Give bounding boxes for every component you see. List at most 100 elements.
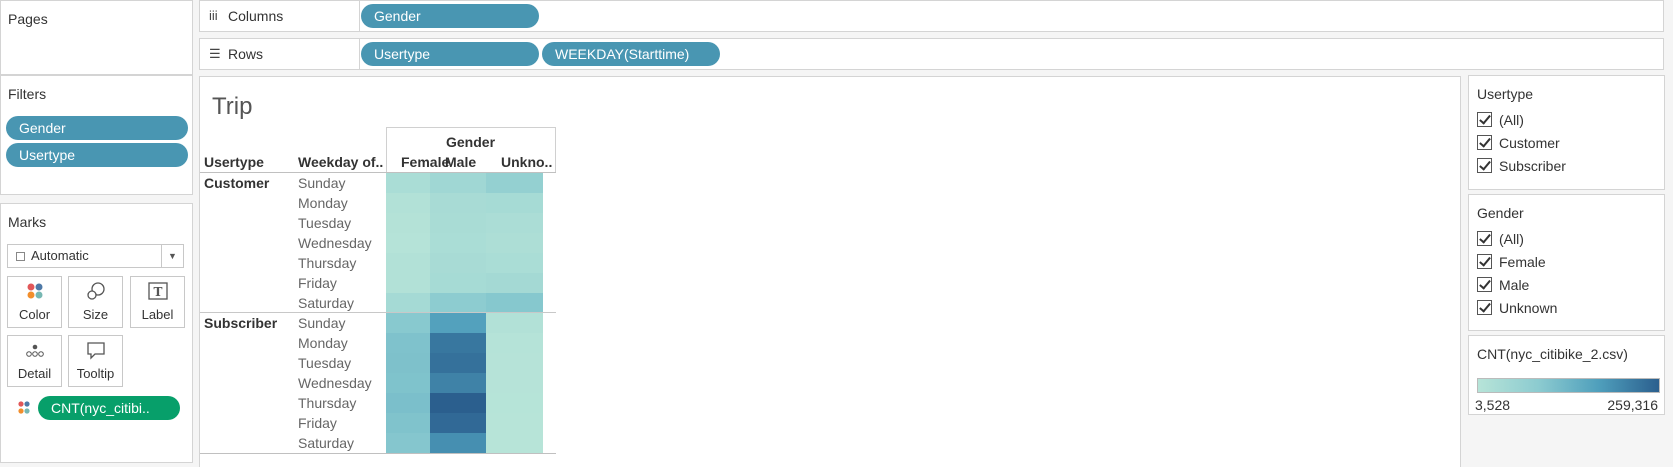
color-field-icon <box>17 400 31 421</box>
usertype-option-all[interactable]: (All) <box>1477 111 1524 129</box>
heatmap-cell[interactable] <box>430 233 486 253</box>
weekday-label: Saturday <box>298 295 355 311</box>
square-mark-icon <box>16 252 25 261</box>
chevron-down-icon[interactable]: ▼ <box>161 245 183 267</box>
size-button[interactable]: Size <box>68 276 123 328</box>
heatmap-cell[interactable] <box>430 393 486 413</box>
tooltip-icon <box>69 340 122 366</box>
gender-option-unknown[interactable]: Unknown <box>1477 299 1557 317</box>
heatmap-cell[interactable] <box>430 413 486 433</box>
pages-title: Pages <box>8 11 48 27</box>
checkbox-checked-icon <box>1477 277 1492 292</box>
heatmap-cell[interactable] <box>430 293 486 313</box>
rows-icon: ☰ <box>209 46 221 61</box>
heatmap-cell[interactable] <box>486 373 543 393</box>
checkbox-checked-icon <box>1477 112 1492 127</box>
heatmap-cell[interactable] <box>430 353 486 373</box>
gender-column-header: Gender <box>446 134 496 150</box>
worksheet-view[interactable]: Trip Gender Usertype Weekday of.. Female Mal… <box>199 76 1461 467</box>
weekday-label: Tuesday <box>298 355 352 371</box>
mark-field-pill[interactable]: CNT(nyc_citibi.. <box>38 396 180 420</box>
columns-shelf[interactable]: iii Columns Gender <box>199 0 1664 32</box>
usertype-option-subscriber[interactable]: Subscriber <box>1477 157 1566 175</box>
pages-panel[interactable]: Pages <box>0 0 193 75</box>
heatmap-cell[interactable] <box>430 173 486 193</box>
heatmap-cell[interactable] <box>486 293 543 313</box>
usertype-filter-title: Usertype <box>1477 86 1534 102</box>
svg-text:T: T <box>153 285 162 299</box>
weekday-label: Monday <box>298 335 348 351</box>
heatmap-cell[interactable] <box>486 193 543 213</box>
heatmap-cell[interactable] <box>430 433 486 453</box>
weekday-row-header: Weekday of.. <box>298 154 384 170</box>
checkbox-checked-icon <box>1477 231 1492 246</box>
columns-shelf-label: iii Columns <box>200 1 360 31</box>
heatmap-cell[interactable] <box>430 333 486 353</box>
heatmap-cell[interactable] <box>486 273 543 293</box>
color-gradient-bar <box>1477 378 1660 393</box>
columns-icon: iii <box>209 8 218 23</box>
usertype-filter-card: Usertype (All) Customer Subscriber <box>1468 75 1665 190</box>
heatmap-cell[interactable] <box>430 213 486 233</box>
rows-pill-weekday[interactable]: WEEKDAY(Starttime) <box>542 42 720 66</box>
detail-icon <box>8 340 61 366</box>
rows-pill-usertype[interactable]: Usertype <box>361 42 539 66</box>
rows-shelf-label: ☰ Rows <box>200 39 360 69</box>
tooltip-button[interactable]: Tooltip <box>68 335 123 387</box>
table-bottom-line <box>200 453 556 454</box>
gender-option-all[interactable]: (All) <box>1477 230 1524 248</box>
weekday-label: Thursday <box>298 255 357 271</box>
mark-type-dropdown[interactable]: Automatic ▼ <box>7 244 184 268</box>
filters-title: Filters <box>8 86 47 102</box>
weekday-label: Saturday <box>298 435 355 451</box>
header-divider <box>386 127 556 128</box>
view-title: Trip <box>212 93 253 120</box>
heatmap-cell[interactable] <box>486 213 543 233</box>
heatmap-cell[interactable] <box>486 313 543 333</box>
heatmap-cell[interactable] <box>430 273 486 293</box>
weekday-label: Friday <box>298 415 337 431</box>
header-divider <box>386 127 387 173</box>
heatmap-cell[interactable] <box>430 313 486 333</box>
marks-title: Marks <box>8 214 47 230</box>
tooltip-label: Tooltip <box>76 366 115 381</box>
heatmap-cell[interactable] <box>430 253 486 273</box>
heatmap-cell[interactable] <box>486 333 543 353</box>
usertype-row-header: Usertype <box>204 154 264 170</box>
usertype-option-customer[interactable]: Customer <box>1477 134 1560 152</box>
columns-pill-gender[interactable]: Gender <box>361 4 539 28</box>
color-legend-card: CNT(nyc_citibike_2.csv) 3,528 259,316 <box>1468 335 1665 415</box>
heatmap-cell[interactable] <box>486 393 543 413</box>
heatmap-cell[interactable] <box>486 413 543 433</box>
detail-button[interactable]: Detail <box>7 335 62 387</box>
checkbox-checked-icon <box>1477 158 1492 173</box>
heatmap-cell[interactable] <box>486 253 543 273</box>
heatmap-cell[interactable] <box>486 173 543 193</box>
heatmap-cell[interactable] <box>430 193 486 213</box>
filters-panel: Filters Gender Usertype <box>0 75 193 195</box>
rows-shelf[interactable]: ☰ Rows Usertype WEEKDAY(Starttime) <box>199 38 1664 70</box>
heatmap-cell[interactable] <box>486 233 543 253</box>
legend-min: 3,528 <box>1475 397 1511 413</box>
weekday-label: Friday <box>298 275 337 291</box>
heatmap-cell[interactable] <box>486 353 543 373</box>
legend-title: CNT(nyc_citibike_2.csv) <box>1477 346 1628 362</box>
label-button[interactable]: T Label <box>130 276 185 328</box>
column-header-2: Unkno.. <box>501 154 553 170</box>
size-label: Size <box>82 307 109 322</box>
heatmap-cell[interactable] <box>486 433 543 453</box>
weekday-label: Wednesday <box>298 235 372 251</box>
text-label-icon: T <box>131 281 184 307</box>
weekday-label: Thursday <box>298 395 357 411</box>
label-label: Label <box>141 307 174 322</box>
marks-panel: Marks <box>0 203 193 463</box>
weekday-label: Sunday <box>298 315 346 331</box>
gender-option-female[interactable]: Female <box>1477 253 1546 271</box>
legend-max: 259,316 <box>1607 397 1658 413</box>
filter-pill-usertype[interactable]: Usertype <box>6 143 188 167</box>
weekday-label: Sunday <box>298 175 346 191</box>
gender-option-male[interactable]: Male <box>1477 276 1529 294</box>
filter-pill-gender[interactable]: Gender <box>6 116 188 140</box>
heatmap-cell[interactable] <box>430 373 486 393</box>
color-button[interactable]: Color <box>7 276 62 328</box>
